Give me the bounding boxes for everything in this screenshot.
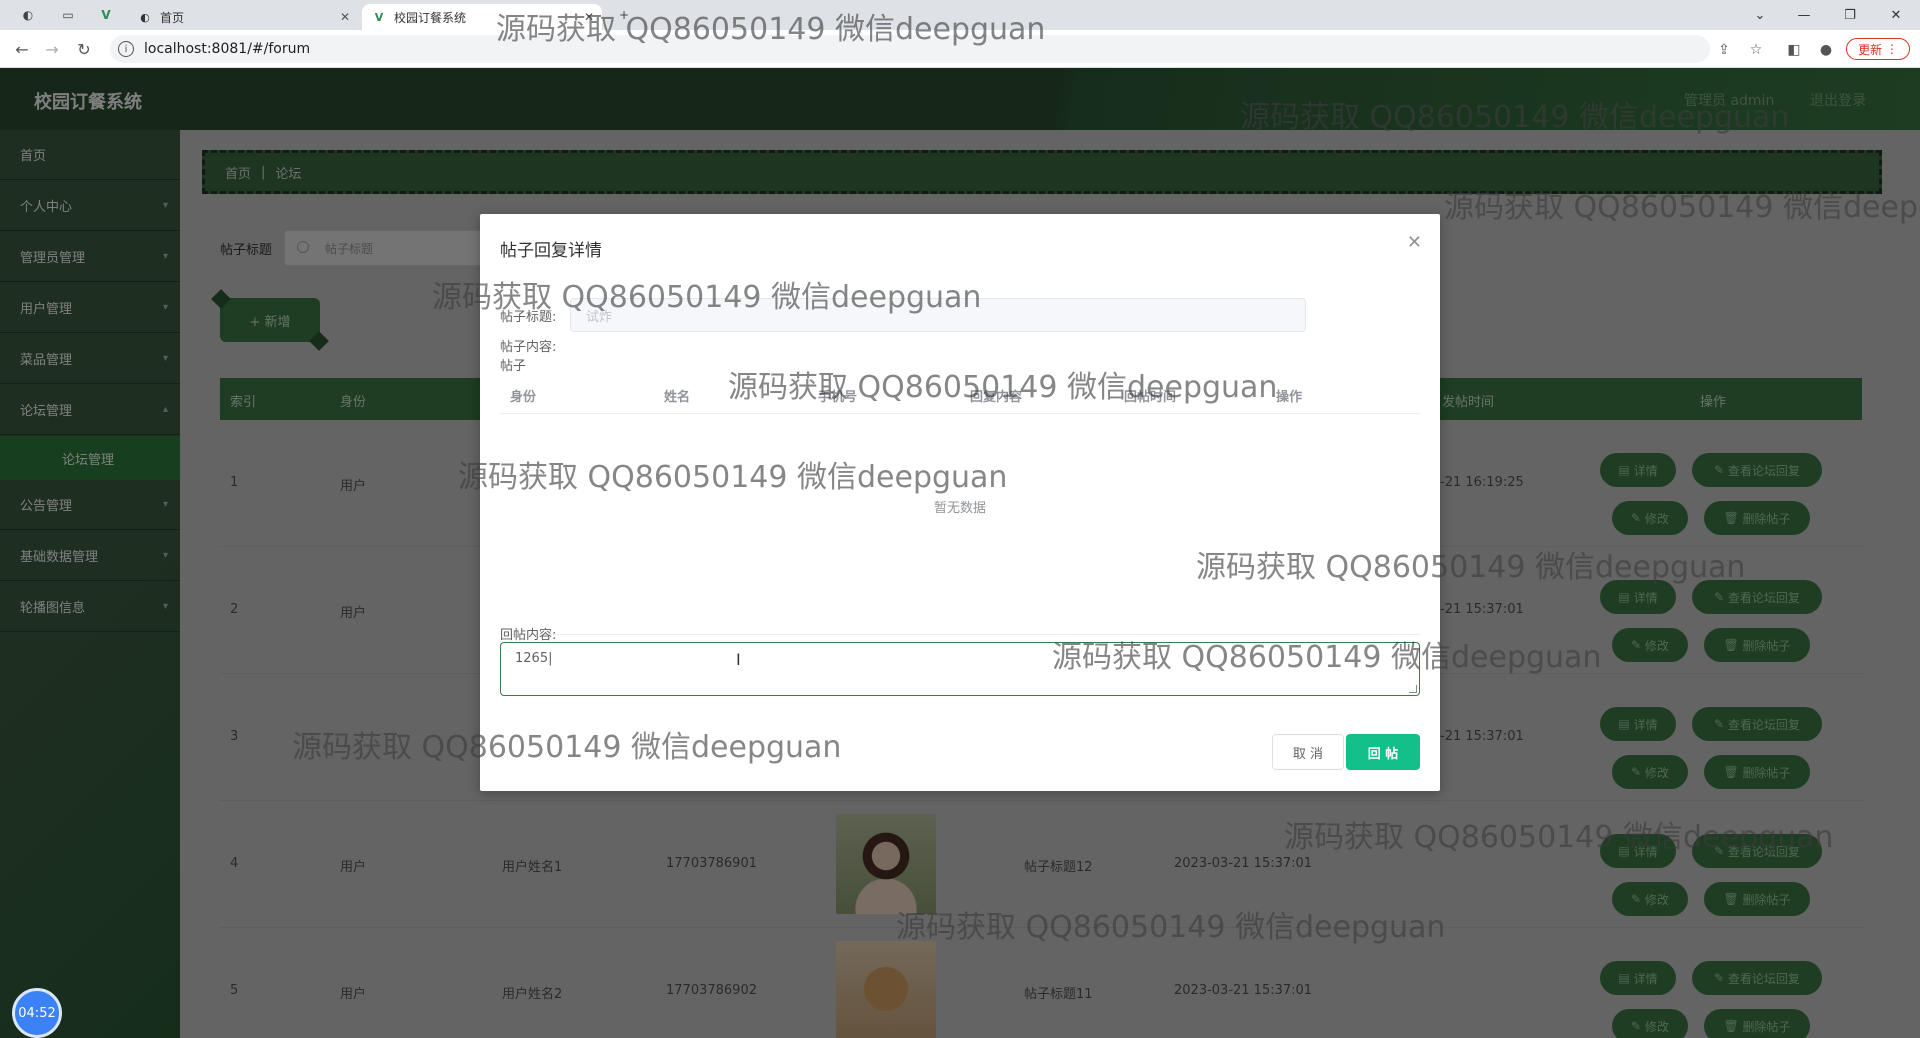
chevron-down-icon: ⌄ [1754,7,1766,23]
pinned-tab-2[interactable]: ▭ [54,4,82,26]
resize-handle-icon[interactable] [1409,685,1417,693]
text-caret: | [548,651,553,666]
globe-icon: ◐ [140,10,150,24]
post-title-field: 试炸 [570,298,1306,332]
back-button[interactable]: ← [10,38,34,60]
vue-logo-icon: V [101,8,111,22]
close-icon[interactable]: ✕ [1407,232,1422,253]
restore-button[interactable]: ❐ [1830,4,1870,26]
post-title-value: 试炸 [586,309,613,325]
pinned-tab-1[interactable]: ◐ [14,4,42,26]
reply-value: 1265 [515,651,549,666]
text-cursor-icon: I [736,650,741,669]
empty-state: 暂无数据 [933,501,986,516]
reload-button[interactable]: ↻ [72,38,96,60]
replies-table: 身份 姓名 手机号 回复内容 回帖时间 操作 暂无数据 [500,374,1420,635]
column-header-actions: 操作 [1276,390,1303,405]
url-text: localhost:8081/#/forum [144,41,311,57]
globe-icon: ◐ [22,8,34,22]
arrow-left-icon: ← [15,39,29,59]
post-title-label: 帖子标题: [500,310,557,325]
post-content-value: 帖子 [500,359,527,374]
tab-search-button[interactable]: ⌄ [1740,4,1780,26]
clock-badge[interactable]: 04:52 [12,988,62,1038]
browser-tab-bar: ◐ ▭ V ◐ 首页 ✕ V 校园订餐系统 ✕ + ⌄ — ❐ ✕ [0,0,1920,30]
replies-table-header: 身份 姓名 手机号 回复内容 回帖时间 操作 [500,374,1420,414]
vue-logo-icon: V [374,10,384,24]
reply-label: 回帖内容: [500,628,557,643]
page-icon: ▭ [62,8,74,22]
column-header-reply: 回复内容 [970,390,1023,405]
close-icon: ✕ [1890,7,1902,23]
close-icon[interactable]: ✕ [340,10,350,24]
update-button[interactable]: 更新 ⋮ [1846,38,1910,60]
column-header-role: 身份 [510,390,537,405]
star-icon[interactable]: ☆ [1746,40,1766,60]
reply-dialog: 帖子回复详情 ✕ 帖子标题: 试炸 帖子内容: 帖子 身份 姓名 手机号 回复内… [480,214,1440,791]
tab-app[interactable]: V 校园订餐系统 ✕ [362,4,602,30]
minimize-button[interactable]: — [1784,4,1824,26]
url-field[interactable]: i localhost:8081/#/forum [110,35,1710,63]
forward-button[interactable]: → [40,38,64,60]
close-icon[interactable]: ✕ [584,10,594,24]
tab-title: 首页 [160,10,185,25]
new-tab-button[interactable]: + [610,4,638,26]
tab-title: 校园订餐系统 [394,10,467,25]
profile-icon[interactable]: ● [1816,40,1836,60]
plus-icon: + [618,8,630,22]
reload-icon: ↻ [77,39,91,59]
minimize-icon: — [1797,7,1811,23]
column-header-name: 姓名 [664,390,691,405]
dialog-title: 帖子回复详情 [500,241,602,261]
update-label: 更新 [1858,42,1883,57]
address-bar: ← → ↻ i localhost:8081/#/forum ⇪ ☆ ◧ ● 更… [0,30,1920,68]
submit-reply-button[interactable]: 回 帖 [1346,734,1420,770]
close-window-button[interactable]: ✕ [1876,4,1916,26]
share-icon[interactable]: ⇪ [1714,40,1734,60]
column-header-reply-time: 回帖时间 [1124,390,1177,405]
cancel-button[interactable]: 取 消 [1272,734,1344,770]
info-icon[interactable]: i [118,41,134,57]
post-content-label: 帖子内容: [500,340,557,355]
arrow-right-icon: → [45,39,59,59]
reply-textarea[interactable]: 1265| [500,642,1420,696]
column-header-phone: 手机号 [818,390,858,405]
pinned-tab-3[interactable]: V [92,4,120,26]
tab-home[interactable]: ◐ 首页 ✕ [128,4,358,30]
sidepanel-icon[interactable]: ◧ [1784,40,1804,60]
restore-icon: ❐ [1844,7,1856,23]
